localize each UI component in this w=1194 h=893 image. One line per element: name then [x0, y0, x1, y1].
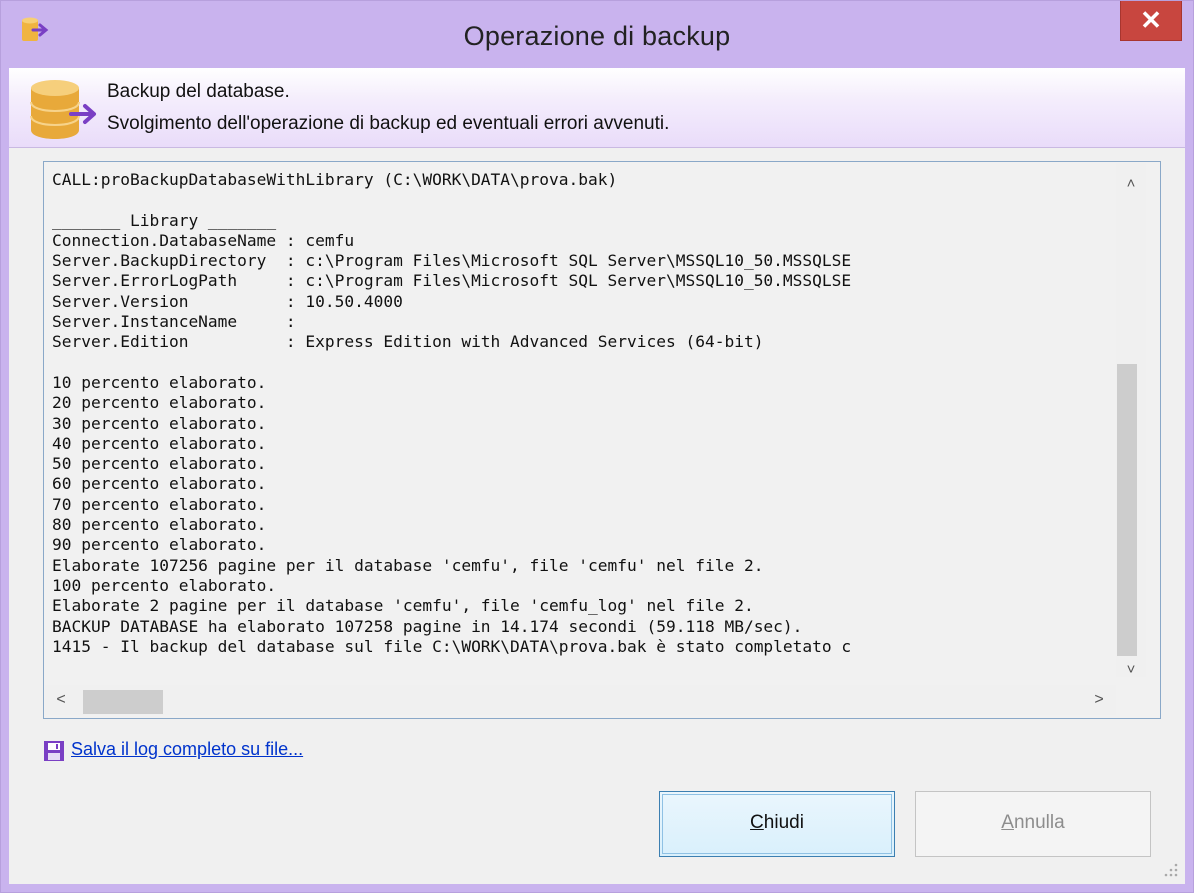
save-log-link[interactable]: Salva il log completo su file... — [71, 739, 303, 760]
header-subtitle: Svolgimento dell'operazione di backup ed… — [107, 113, 670, 134]
dialog-body: Backup del database. Svolgimento dell'op… — [9, 68, 1185, 884]
close-window-button[interactable]: ✕ — [1120, 1, 1182, 41]
window-title: Operazione di backup — [463, 21, 731, 51]
title-bar[interactable]: Operazione di backup ✕ — [1, 1, 1193, 68]
scroll-up-icon[interactable]: ˄ — [1116, 171, 1146, 197]
horizontal-scrollbar[interactable]: < > — [45, 685, 1116, 715]
close-button-label: Chiudi — [750, 812, 804, 833]
cancel-button: Annulla — [915, 791, 1151, 857]
horizontal-scroll-thumb[interactable] — [83, 690, 163, 714]
vertical-scrollbar[interactable]: ˄ ˅ — [1116, 163, 1146, 678]
vertical-scroll-thumb[interactable] — [1117, 364, 1137, 656]
log-textbox[interactable]: CALL:proBackupDatabaseWithLibrary (C:\WO… — [43, 161, 1161, 719]
cancel-label-rest: nnulla — [1013, 812, 1065, 833]
header-title: Backup del database. — [107, 81, 290, 102]
scroll-down-icon[interactable]: ˅ — [1116, 657, 1146, 683]
database-backup-icon — [30, 80, 96, 139]
cancel-button-label: Annulla — [1001, 812, 1064, 833]
scroll-right-icon[interactable]: > — [1085, 685, 1113, 715]
cancel-hotkey: A — [1001, 812, 1014, 833]
backup-dialog: Operazione di backup ✕ Backup del databa… — [0, 0, 1194, 893]
close-label-rest: hiudi — [763, 812, 804, 833]
close-icon: ✕ — [1140, 5, 1162, 35]
dialog-header: Backup del database. Svolgimento dell'op… — [9, 68, 1185, 148]
close-hotkey: C — [750, 812, 764, 833]
close-button[interactable]: Chiudi — [659, 791, 895, 857]
log-text[interactable]: CALL:proBackupDatabaseWithLibrary (C:\WO… — [52, 170, 1112, 678]
save-floppy-icon[interactable] — [43, 740, 65, 762]
scroll-left-icon[interactable]: < — [47, 685, 75, 715]
resize-grip-icon[interactable] — [1161, 860, 1179, 878]
